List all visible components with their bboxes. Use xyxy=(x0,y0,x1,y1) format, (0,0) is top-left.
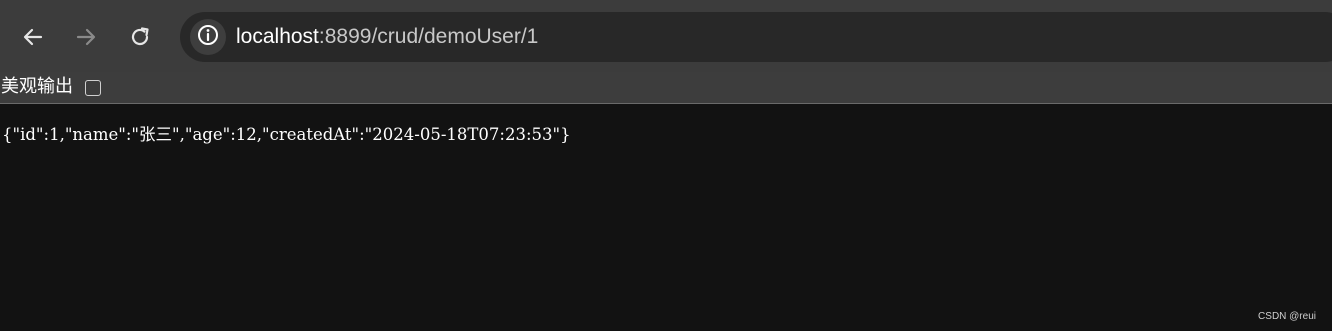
pretty-print-label: 美观输出 xyxy=(1,76,73,97)
url-text[interactable]: localhost:8899/crud/demoUser/1 xyxy=(236,12,538,62)
back-button[interactable] xyxy=(13,17,53,57)
url-host: localhost xyxy=(236,25,319,48)
info-icon xyxy=(197,24,219,50)
reload-button[interactable] xyxy=(120,17,160,57)
pretty-print-checkbox[interactable] xyxy=(85,80,101,96)
site-info-button[interactable] xyxy=(190,19,226,55)
url-path: :8899/crud/demoUser/1 xyxy=(318,25,539,48)
address-bar[interactable]: localhost:8899/crud/demoUser/1 xyxy=(180,12,1332,62)
forward-button[interactable] xyxy=(66,17,106,57)
watermark: CSDN @reui xyxy=(1258,311,1316,322)
forward-arrow-icon xyxy=(75,26,97,48)
browser-toolbar: localhost:8899/crud/demoUser/1 xyxy=(0,0,1332,72)
reload-icon xyxy=(129,26,151,48)
json-content: {"id":1,"name":"张三","age":12,"createdAt"… xyxy=(2,125,571,144)
pretty-print-bar: 美观输出 xyxy=(0,72,1332,104)
back-arrow-icon xyxy=(22,26,44,48)
